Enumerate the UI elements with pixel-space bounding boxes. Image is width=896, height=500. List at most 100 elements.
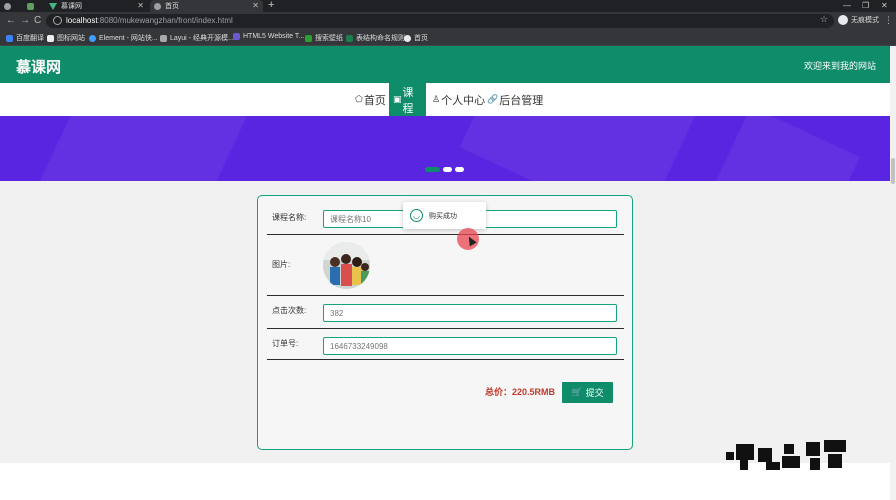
minimize-button[interactable]: — xyxy=(843,0,851,12)
success-toast: ◡ 购买成功 xyxy=(403,202,486,229)
browser-menu-icon[interactable]: ⋮ xyxy=(884,15,893,26)
vue-icon xyxy=(49,2,57,10)
bookmark-item[interactable]: 搜索壁纸 xyxy=(305,33,343,43)
course-thumbnail-image xyxy=(323,242,370,289)
site-logo[interactable]: 慕课网 xyxy=(16,56,61,77)
url-field[interactable]: localhost:8080/mukewangzhan/front/index.… xyxy=(46,14,834,28)
bookmark-label: 表结构命名规则 xyxy=(356,35,405,42)
course-name-label: 课程名称: xyxy=(272,213,307,222)
pixelated-watermark xyxy=(726,438,848,471)
bookmarks-bar: 百度翻译 图标网站 Element - 网站快... Layui - 经典开源模… xyxy=(0,30,896,46)
bookmark-label: 搜索壁纸 xyxy=(315,35,343,42)
bookmark-label: 百度翻译 xyxy=(16,35,44,42)
scrollbar-track[interactable] xyxy=(890,46,896,500)
bookmark-item[interactable]: Layui - 经典开源模... xyxy=(160,33,234,43)
bookmark-label: Element - 网站快... xyxy=(99,35,158,42)
banner-shape xyxy=(459,116,701,181)
app-icon xyxy=(27,2,34,10)
bookmark-label: Layui - 经典开源模... xyxy=(170,35,234,42)
order-number-label: 订单号: xyxy=(272,339,299,348)
image-label: 图片: xyxy=(272,260,291,269)
new-tab-button[interactable]: + xyxy=(268,0,274,11)
form-row-order: 订单号: xyxy=(267,329,624,360)
pinned-tab-2[interactable] xyxy=(23,0,44,12)
reload-button[interactable]: C xyxy=(34,15,41,27)
carousel-dot[interactable] xyxy=(425,167,440,172)
address-bar: ← → C localhost:8080/mukewangzhan/front/… xyxy=(0,12,896,30)
bookmark-label: 首页 xyxy=(414,35,428,42)
bookmark-item[interactable]: 百度翻译 xyxy=(6,33,44,43)
bookmark-icon xyxy=(305,34,312,42)
close-icon[interactable]: ✕ xyxy=(137,1,144,10)
profile-label: 无痕模式 xyxy=(851,17,879,24)
total-price: 总价：220.5RMB xyxy=(485,387,556,397)
clicks-input[interactable] xyxy=(323,304,617,322)
order-number-input[interactable] xyxy=(323,337,617,355)
nav-courses[interactable]: ▣ 课程 xyxy=(389,83,426,116)
bookmark-item[interactable]: 图标网站 xyxy=(47,33,85,43)
url-text: localhost:8080/mukewangzhan/front/index.… xyxy=(66,15,233,27)
pinned-tab[interactable] xyxy=(0,0,22,12)
bookmark-icon xyxy=(160,34,167,42)
pixel-block xyxy=(784,444,794,454)
user-icon: ♙ xyxy=(432,94,441,104)
pixel-block xyxy=(736,444,754,460)
close-icon[interactable]: ✕ xyxy=(252,1,259,10)
bookmark-item[interactable]: Element - 网站快... xyxy=(89,33,158,43)
bookmark-item[interactable]: HTML5 Website T... xyxy=(233,33,304,40)
hero-banner xyxy=(0,116,890,181)
nav-admin[interactable]: 🔗 后台管理 xyxy=(483,83,547,116)
url-host: localhost xyxy=(66,16,98,25)
bookmark-icon xyxy=(89,34,96,42)
pixel-block xyxy=(824,440,846,452)
forward-button[interactable]: → xyxy=(20,15,30,27)
banner-shape xyxy=(33,116,247,181)
pixel-block xyxy=(766,462,780,470)
smile-icon: ◡ xyxy=(410,209,423,222)
home-icon: ⬠ xyxy=(355,94,363,104)
form-row-image: 图片: xyxy=(267,235,624,296)
profile-button[interactable]: 无痕模式 xyxy=(838,15,879,25)
tab-label: 慕课网 xyxy=(61,3,82,10)
info-icon[interactable] xyxy=(53,16,62,25)
pixel-block xyxy=(740,460,748,470)
bookmark-icon xyxy=(47,34,54,42)
pixel-block xyxy=(828,454,842,468)
nav-label: 个人中心 xyxy=(441,94,486,107)
nav-profile[interactable]: ♙ 个人中心 xyxy=(428,83,489,116)
nav-label: 课程 xyxy=(402,86,414,115)
carousel-dot[interactable] xyxy=(443,167,452,172)
bookmark-icon xyxy=(233,33,240,40)
link-icon: 🔗 xyxy=(487,94,499,104)
bookmark-icon xyxy=(346,34,353,42)
tab-home[interactable]: 首页 ✕ xyxy=(150,0,263,12)
url-path: :8080/mukewangzhan/front/index.html xyxy=(97,16,233,25)
bookmark-item[interactable]: 首页 xyxy=(404,33,428,43)
pixel-block xyxy=(810,458,820,470)
window-close-button[interactable]: ✕ xyxy=(881,0,888,12)
banner-shape xyxy=(700,116,860,181)
main-nav: ⬠ 首页 ▣ 课程 ♙ 个人中心 🔗 后台管理 xyxy=(0,83,890,116)
cart-icon: 🛒 xyxy=(571,387,583,397)
purchase-form-card: 课程名称: 图片: 点击次数: 订单号: 总价：220.5RMB xyxy=(257,195,633,450)
back-button[interactable]: ← xyxy=(6,15,16,27)
submit-button[interactable]: 🛒 提交 xyxy=(562,382,613,403)
tab-label: 首页 xyxy=(165,3,179,10)
form-row-clicks: 点击次数: xyxy=(267,296,624,329)
bookmark-star-icon[interactable]: ☆ xyxy=(820,14,828,25)
tab-mukewang[interactable]: 慕课网 ✕ xyxy=(45,0,148,12)
carousel-indicators xyxy=(425,167,464,172)
restore-button[interactable]: ❐ xyxy=(862,0,869,12)
nav-home[interactable]: ⬠ 首页 xyxy=(351,83,390,116)
scrollbar-thumb[interactable] xyxy=(891,158,895,184)
welcome-text: 欢迎来到我的网站 xyxy=(803,61,876,71)
carousel-dot[interactable] xyxy=(455,167,464,172)
submit-label: 提交 xyxy=(585,388,604,398)
bookmark-item[interactable]: 表结构命名规则 xyxy=(346,33,405,43)
incognito-icon xyxy=(838,15,848,25)
site-header: 慕课网 欢迎来到我的网站 xyxy=(0,46,890,83)
course-icon: ▣ xyxy=(393,94,402,104)
github-icon xyxy=(4,2,11,10)
toast-message: 购买成功 xyxy=(429,213,457,220)
course-thumbnail xyxy=(323,242,370,289)
